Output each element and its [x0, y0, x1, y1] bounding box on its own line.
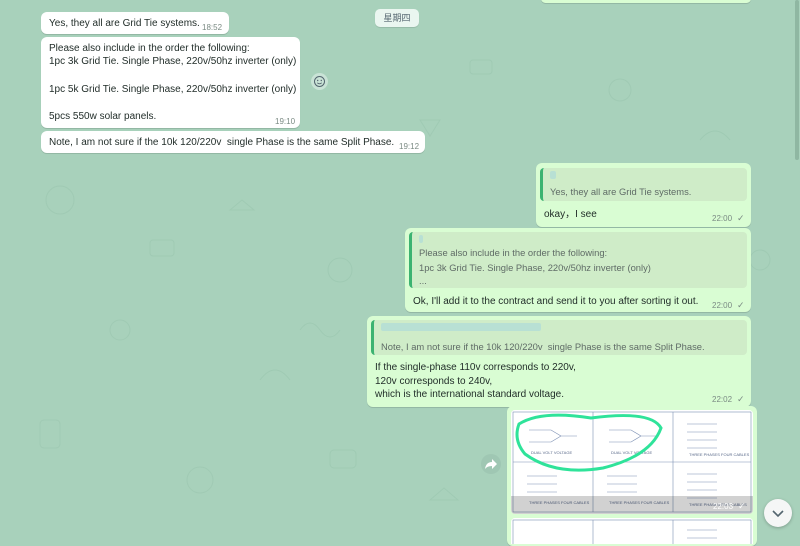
forward-icon[interactable] [481, 454, 501, 474]
check-icon: ✓ [738, 501, 746, 511]
message-time: 19:10 [275, 117, 296, 126]
message-text: 5pcs 550w solar panels. [49, 111, 157, 122]
outgoing-message[interactable]: Yes, they all are Grid Tie systems. okay… [536, 163, 751, 227]
diagram-cell-label: DUAL VOLT VOLTAGE [531, 450, 572, 455]
message-time: 22:02 [712, 395, 733, 404]
message-text: 1pc 5k Grid Tie. Single Phase, 220v/50hz… [49, 84, 297, 95]
message-time: 22:00 [712, 214, 733, 223]
message-time: 22:03 [713, 502, 734, 511]
message-text: 1pc 3k Grid Tie. Single Phase, 220v/50hz… [49, 56, 297, 67]
message-text: If the single-phase 110v corresponds to … [375, 362, 576, 373]
quoted-sender [381, 323, 541, 331]
check-icon: ✓ [737, 394, 745, 404]
smiley-icon[interactable] [311, 73, 328, 90]
message-bubble-partial[interactable] [541, 0, 751, 3]
quoted-message[interactable]: Yes, they all are Grid Tie systems. [540, 168, 747, 201]
quoted-text: Note, I am not sure if the 10k 120/220v … [381, 341, 705, 352]
message-time: 18:52 [202, 23, 223, 32]
scrollbar[interactable] [794, 0, 800, 544]
check-icon: ✓ [737, 213, 745, 223]
quoted-text: ... [419, 275, 427, 286]
message-text: okay，I see [544, 209, 597, 220]
outgoing-message[interactable]: Note, I am not sure if the 10k 120/220v … [367, 316, 751, 407]
quoted-text: Please also include in the order the fol… [419, 247, 608, 258]
incoming-message[interactable]: Note, I am not sure if the 10k 120/220v … [41, 131, 425, 153]
quoted-sender [419, 235, 423, 243]
quoted-text: 1pc 3k Grid Tie. Single Phase, 220v/50hz… [419, 262, 651, 273]
wiring-diagram-image[interactable]: DUAL VOLT VOLTAGE DUAL VOLT VOLTAGE THRE… [511, 410, 753, 514]
incoming-message[interactable]: Yes, they all are Grid Tie systems. 18:5… [41, 12, 229, 34]
incoming-message[interactable]: Please also include in the order the fol… [41, 37, 300, 128]
message-text: Ok, I'll add it to the contract and send… [413, 296, 699, 307]
diagram-cell-label: DUAL VOLT VOLTAGE [611, 450, 652, 455]
diagram-cell-label: THREE PHASES FOUR CABLES [689, 452, 750, 457]
message-text: Yes, they all are Grid Tie systems. [49, 18, 200, 29]
message-text: 120v corresponds to 240v, [375, 376, 493, 387]
outgoing-message[interactable]: Please also include in the order the fol… [405, 228, 751, 312]
image-thumbnail-next[interactable] [511, 518, 753, 544]
chevron-down-icon[interactable] [764, 499, 792, 527]
check-icon: ✓ [737, 300, 745, 310]
wiring-diagram: DUAL VOLT VOLTAGE DUAL VOLT VOLTAGE THRE… [511, 411, 753, 514]
scrollbar-thumb[interactable] [795, 0, 799, 160]
message-text: which is the international standard volt… [375, 389, 565, 400]
message-time: 22:00 [712, 301, 733, 310]
message-text: Note, I am not sure if the 10k 120/220v … [49, 137, 395, 148]
quoted-message[interactable]: Note, I am not sure if the 10k 120/220v … [371, 320, 747, 355]
message-time: 19:12 [399, 142, 420, 151]
quoted-text: Yes, they all are Grid Tie systems. [550, 186, 692, 197]
message-text: Please also include in the order the fol… [49, 43, 250, 54]
quoted-sender [550, 171, 556, 179]
date-separator: 星期四 [375, 9, 419, 27]
quoted-message[interactable]: Please also include in the order the fol… [409, 232, 747, 288]
